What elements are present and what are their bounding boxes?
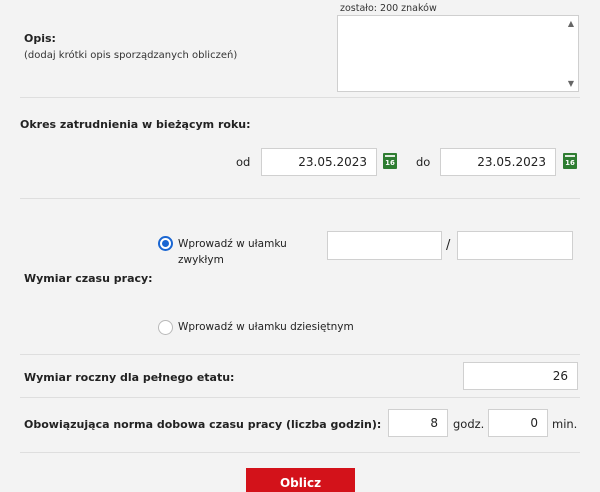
divider [20, 397, 580, 398]
date-from-input[interactable]: 23.05.2023 [261, 148, 377, 176]
scroll-up-icon[interactable]: ▲ [568, 19, 574, 28]
divider [20, 198, 580, 199]
divider [20, 452, 580, 453]
numerator-input[interactable] [327, 231, 442, 260]
hours-unit: godz. [453, 417, 485, 431]
radio-decimal-label[interactable]: Wprowadź w ułamku dziesiętnym [178, 321, 354, 333]
fraction-slash: / [446, 238, 451, 253]
radio-fraction-label[interactable]: Wprowadź w ułamku zwykłym [178, 236, 298, 268]
annual-input[interactable]: 26 [463, 362, 578, 390]
denominator-input[interactable] [457, 231, 573, 260]
work-time-label: Wymiar czasu pracy: [24, 272, 153, 285]
description-textarea[interactable]: ▲ ▼ [337, 15, 579, 92]
calendar-icon[interactable]: 16 [383, 153, 397, 169]
description-label: Opis: [24, 32, 56, 45]
calendar-icon[interactable]: 16 [563, 153, 577, 169]
scroll-down-icon[interactable]: ▼ [568, 79, 574, 88]
minutes-unit: min. [552, 417, 578, 431]
divider [20, 97, 580, 98]
date-to-input[interactable]: 23.05.2023 [440, 148, 556, 176]
radio-fraction[interactable] [158, 236, 173, 251]
daily-norm-label: Obowiązująca norma dobowa czasu pracy (l… [24, 418, 382, 431]
char-counter: zostało: 200 znaków [340, 3, 437, 14]
radio-decimal[interactable] [158, 320, 173, 335]
hours-input[interactable]: 8 [388, 409, 448, 437]
annual-label: Wymiar roczny dla pełnego etatu: [24, 371, 235, 384]
from-label: od [236, 155, 251, 169]
description-hint: (dodaj krótki opis sporządzanych oblicze… [24, 50, 238, 61]
minutes-input[interactable]: 0 [488, 409, 548, 437]
calculate-button[interactable]: Oblicz [246, 468, 355, 492]
employment-period-label: Okres zatrudnienia w bieżącym roku: [20, 118, 251, 131]
divider [20, 354, 580, 355]
to-label: do [416, 155, 431, 169]
